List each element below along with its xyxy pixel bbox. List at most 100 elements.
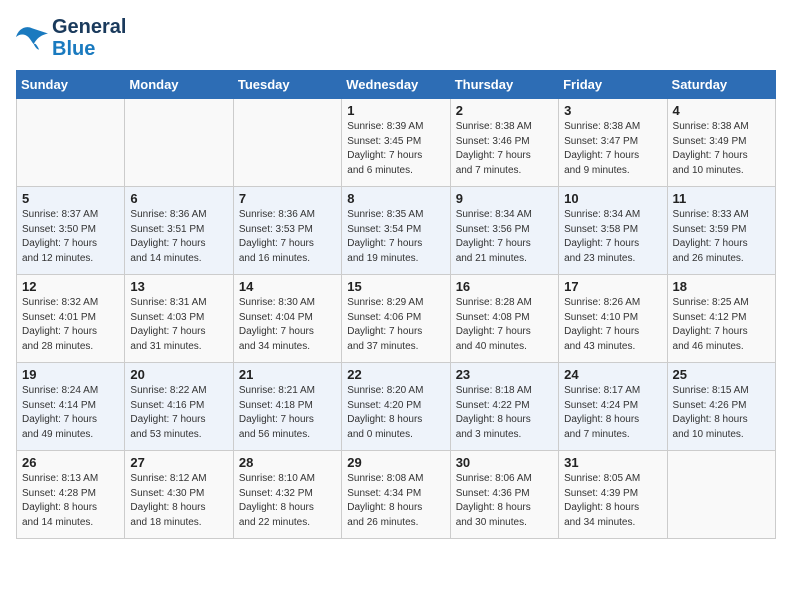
calendar-cell: 11Sunrise: 8:33 AM Sunset: 3:59 PM Dayli… <box>667 187 775 275</box>
calendar-table: SundayMondayTuesdayWednesdayThursdayFrid… <box>16 70 776 539</box>
day-number: 21 <box>239 367 336 382</box>
calendar-cell: 1 Sunrise: 8:39 AM Sunset: 3:45 PM Daylig… <box>342 99 450 187</box>
calendar-cell: 2Sunrise: 8:38 AM Sunset: 3:46 PM Daylig… <box>450 99 558 187</box>
calendar-week-2: 5 Sunrise: 8:37 AM Sunset: 3:50 PM Daylig… <box>17 187 776 275</box>
day-number: 12 <box>22 279 119 294</box>
day-number: 19 <box>22 367 119 382</box>
day-info: Sunrise: 8:25 AM Sunset: 4:12 PM Dayligh… <box>673 296 770 354</box>
day-number: 22 <box>347 367 444 382</box>
logo: General Blue <box>16 16 126 60</box>
calendar-cell: 26 Sunrise: 8:13 AM Sunset: 4:28 PM Dayli… <box>17 451 125 539</box>
calendar-cell: 3 Sunrise: 8:38 AM Sunset: 3:47 PM Daylig… <box>559 99 667 187</box>
day-info: Sunrise: 8:34 AM Sunset: 3:56 PM Dayligh… <box>456 208 553 266</box>
calendar-cell: 15Sunrise: 8:29 AM Sunset: 4:06 PM Dayli… <box>342 275 450 363</box>
calendar-cell: 14 Sunrise: 8:30 AM Sunset: 4:04 PM Dayli… <box>233 275 341 363</box>
day-info: Sunrise: 8:35 AM Sunset: 3:54 PM Dayligh… <box>347 208 444 266</box>
day-info: Sunrise: 8:31 AM Sunset: 4:03 PM Dayligh… <box>130 296 227 354</box>
calendar-cell: 21 Sunrise: 8:21 AM Sunset: 4:18 PM Dayli… <box>233 363 341 451</box>
day-number: 5 <box>22 191 119 206</box>
day-info: Sunrise: 8:38 AM Sunset: 3:47 PM Dayligh… <box>564 120 661 178</box>
day-info: Sunrise: 8:34 AM Sunset: 3:58 PM Dayligh… <box>564 208 661 266</box>
day-number: 6 <box>130 191 227 206</box>
day-number: 9 <box>456 191 553 206</box>
day-info: Sunrise: 8:12 AM Sunset: 4:30 PM Dayligh… <box>130 472 227 530</box>
day-info: Sunrise: 8:15 AM Sunset: 4:26 PM Dayligh… <box>673 384 770 442</box>
day-number: 23 <box>456 367 553 382</box>
calendar-header-row: SundayMondayTuesdayWednesdayThursdayFrid… <box>17 71 776 99</box>
day-number: 14 <box>239 279 336 294</box>
day-info: Sunrise: 8:36 AM Sunset: 3:51 PM Dayligh… <box>130 208 227 266</box>
calendar-week-5: 26 Sunrise: 8:13 AM Sunset: 4:28 PM Dayli… <box>17 451 776 539</box>
calendar-cell: 24 Sunrise: 8:17 AM Sunset: 4:24 PM Dayli… <box>559 363 667 451</box>
calendar-cell: 5 Sunrise: 8:37 AM Sunset: 3:50 PM Daylig… <box>17 187 125 275</box>
day-number: 27 <box>130 455 227 470</box>
day-info: Sunrise: 8:21 AM Sunset: 4:18 PM Dayligh… <box>239 384 336 442</box>
page-header: General Blue <box>16 16 776 60</box>
calendar-cell <box>667 451 775 539</box>
calendar-cell: 17 Sunrise: 8:26 AM Sunset: 4:10 PM Dayli… <box>559 275 667 363</box>
day-number: 28 <box>239 455 336 470</box>
day-info: Sunrise: 8:28 AM Sunset: 4:08 PM Dayligh… <box>456 296 553 354</box>
day-info: Sunrise: 8:29 AM Sunset: 4:06 PM Dayligh… <box>347 296 444 354</box>
day-info: Sunrise: 8:26 AM Sunset: 4:10 PM Dayligh… <box>564 296 661 354</box>
day-number: 8 <box>347 191 444 206</box>
day-info: Sunrise: 8:17 AM Sunset: 4:24 PM Dayligh… <box>564 384 661 442</box>
calendar-cell: 28Sunrise: 8:10 AM Sunset: 4:32 PM Dayli… <box>233 451 341 539</box>
calendar-cell <box>125 99 233 187</box>
day-info: Sunrise: 8:24 AM Sunset: 4:14 PM Dayligh… <box>22 384 119 442</box>
calendar-week-3: 12 Sunrise: 8:32 AM Sunset: 4:01 PM Dayli… <box>17 275 776 363</box>
day-number: 4 <box>673 103 770 118</box>
header-saturday: Saturday <box>667 71 775 99</box>
calendar-cell: 25 Sunrise: 8:15 AM Sunset: 4:26 PM Dayli… <box>667 363 775 451</box>
calendar-cell: 7 Sunrise: 8:36 AM Sunset: 3:53 PM Daylig… <box>233 187 341 275</box>
calendar-cell: 30 Sunrise: 8:06 AM Sunset: 4:36 PM Dayli… <box>450 451 558 539</box>
day-info: Sunrise: 8:37 AM Sunset: 3:50 PM Dayligh… <box>22 208 119 266</box>
calendar-cell: 4 Sunrise: 8:38 AM Sunset: 3:49 PM Daylig… <box>667 99 775 187</box>
header-monday: Monday <box>125 71 233 99</box>
day-info: Sunrise: 8:36 AM Sunset: 3:53 PM Dayligh… <box>239 208 336 266</box>
day-info: Sunrise: 8:30 AM Sunset: 4:04 PM Dayligh… <box>239 296 336 354</box>
day-info: Sunrise: 8:39 AM Sunset: 3:45 PM Dayligh… <box>347 120 444 178</box>
day-info: Sunrise: 8:38 AM Sunset: 3:49 PM Dayligh… <box>673 120 770 178</box>
day-info: Sunrise: 8:13 AM Sunset: 4:28 PM Dayligh… <box>22 472 119 530</box>
calendar-cell: 8 Sunrise: 8:35 AM Sunset: 3:54 PM Daylig… <box>342 187 450 275</box>
calendar-cell: 18 Sunrise: 8:25 AM Sunset: 4:12 PM Dayli… <box>667 275 775 363</box>
day-number: 24 <box>564 367 661 382</box>
calendar-cell: 9 Sunrise: 8:34 AM Sunset: 3:56 PM Daylig… <box>450 187 558 275</box>
day-number: 3 <box>564 103 661 118</box>
day-info: Sunrise: 8:18 AM Sunset: 4:22 PM Dayligh… <box>456 384 553 442</box>
calendar-cell <box>17 99 125 187</box>
calendar-cell <box>233 99 341 187</box>
header-tuesday: Tuesday <box>233 71 341 99</box>
day-number: 1 <box>347 103 444 118</box>
day-number: 29 <box>347 455 444 470</box>
day-number: 18 <box>673 279 770 294</box>
calendar-cell: 29 Sunrise: 8:08 AM Sunset: 4:34 PM Dayli… <box>342 451 450 539</box>
day-number: 16 <box>456 279 553 294</box>
header-thursday: Thursday <box>450 71 558 99</box>
day-number: 7 <box>239 191 336 206</box>
day-number: 31 <box>564 455 661 470</box>
calendar-week-1: 1 Sunrise: 8:39 AM Sunset: 3:45 PM Daylig… <box>17 99 776 187</box>
day-number: 20 <box>130 367 227 382</box>
calendar-cell: 20Sunrise: 8:22 AM Sunset: 4:16 PM Dayli… <box>125 363 233 451</box>
day-info: Sunrise: 8:05 AM Sunset: 4:39 PM Dayligh… <box>564 472 661 530</box>
day-number: 11 <box>673 191 770 206</box>
calendar-cell: 19 Sunrise: 8:24 AM Sunset: 4:14 PM Dayli… <box>17 363 125 451</box>
day-number: 17 <box>564 279 661 294</box>
calendar-cell: 27 Sunrise: 8:12 AM Sunset: 4:30 PM Dayli… <box>125 451 233 539</box>
day-info: Sunrise: 8:38 AM Sunset: 3:46 PM Dayligh… <box>456 120 553 178</box>
day-info: Sunrise: 8:08 AM Sunset: 4:34 PM Dayligh… <box>347 472 444 530</box>
calendar-week-4: 19 Sunrise: 8:24 AM Sunset: 4:14 PM Dayli… <box>17 363 776 451</box>
header-sunday: Sunday <box>17 71 125 99</box>
day-number: 26 <box>22 455 119 470</box>
calendar-cell: 16 Sunrise: 8:28 AM Sunset: 4:08 PM Dayli… <box>450 275 558 363</box>
day-number: 30 <box>456 455 553 470</box>
calendar-cell: 6 Sunrise: 8:36 AM Sunset: 3:51 PM Daylig… <box>125 187 233 275</box>
day-info: Sunrise: 8:32 AM Sunset: 4:01 PM Dayligh… <box>22 296 119 354</box>
logo-text: General Blue <box>52 16 126 60</box>
day-info: Sunrise: 8:06 AM Sunset: 4:36 PM Dayligh… <box>456 472 553 530</box>
day-number: 25 <box>673 367 770 382</box>
calendar-cell: 23 Sunrise: 8:18 AM Sunset: 4:22 PM Dayli… <box>450 363 558 451</box>
calendar-cell: 12 Sunrise: 8:32 AM Sunset: 4:01 PM Dayli… <box>17 275 125 363</box>
